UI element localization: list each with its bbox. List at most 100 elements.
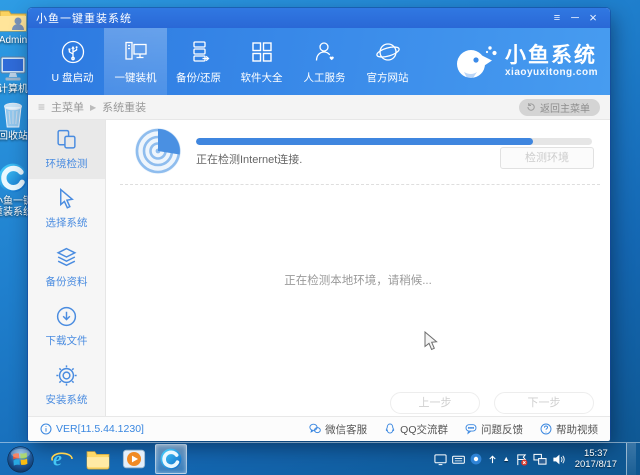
- breadcrumb-arrow-icon: ▶: [90, 102, 97, 112]
- show-desktop-button[interactable]: [626, 443, 636, 475]
- window-body: 环境检测 选择系统 备份资料 下载文件 安装系统 正在检测Internet连接.…: [28, 120, 610, 416]
- tray-language-icon[interactable]: [487, 453, 498, 465]
- link-label: 帮助视频: [556, 423, 598, 436]
- tray-volume-icon[interactable]: [552, 453, 565, 466]
- close-icon[interactable]: ×: [584, 9, 602, 27]
- svg-text:e: e: [53, 449, 62, 471]
- app-window: 小鱼一键重装系统 ≡ ─ × U 盘启动 一键装机 备份/还原 软件大全 人工服…: [28, 8, 610, 441]
- top-navigation: U 盘启动 一键装机 备份/还原 软件大全 人工服务 官方网站 小鱼系统 xia…: [28, 28, 610, 95]
- return-arrow-icon: [527, 103, 535, 111]
- wechat-icon: [309, 423, 321, 434]
- breadcrumb-current: 系统重装: [102, 102, 147, 114]
- link-label: 问题反馈: [481, 423, 523, 436]
- nav-item-label: 人工服务: [303, 71, 346, 84]
- statusbar-links: 微信客服 QQ交流群 问题反馈 帮助视频: [309, 422, 598, 437]
- nav-item-label: U 盘启动: [51, 71, 94, 84]
- link-label: QQ交流群: [400, 423, 448, 436]
- nav-item-official-website[interactable]: 官方网站: [356, 28, 419, 95]
- start-button[interactable]: [7, 445, 34, 473]
- version-info: VER[11.5.44.1230]: [40, 423, 144, 435]
- taskbar-edge-active-icon[interactable]: [155, 444, 187, 474]
- clock-time: 15:37: [583, 448, 608, 459]
- dashed-divider: [120, 184, 600, 185]
- layers-icon: [56, 247, 77, 267]
- brand-logo: 小鱼系统 xiaoyuxitong.com: [452, 28, 598, 95]
- cursor-arrow-icon: [60, 188, 74, 209]
- version-text: VER[11.5.44.1230]: [56, 423, 144, 435]
- minimize-icon[interactable]: ─: [566, 9, 584, 27]
- nav-item-usb-boot[interactable]: U 盘启动: [41, 28, 104, 95]
- detect-progress-bar: [196, 138, 592, 145]
- taskbar-explorer-icon[interactable]: [83, 445, 113, 473]
- mouse-cursor: [424, 331, 438, 351]
- detect-status-text: 正在检测Internet连接.: [196, 154, 303, 166]
- previous-step-button[interactable]: 上一步: [390, 392, 480, 414]
- help-video-link[interactable]: 帮助视频: [540, 422, 598, 437]
- list-icon: ≡: [38, 100, 46, 114]
- window-title: 小鱼一键重装系统: [36, 13, 132, 25]
- qq-group-link[interactable]: QQ交流群: [384, 422, 448, 437]
- nav-item-label: 官方网站: [366, 71, 409, 84]
- next-step-button[interactable]: 下一步: [494, 392, 594, 414]
- server-backup-icon: [192, 40, 209, 62]
- tray-network-icon[interactable]: [533, 453, 547, 466]
- sidebar-item-label: 选择系统: [45, 217, 88, 229]
- sidebar-item-env-detect[interactable]: 环境检测: [28, 120, 105, 179]
- center-status-message: 正在检测本地环境，请稍候...: [284, 275, 432, 287]
- download-icon: [56, 306, 77, 327]
- nav-item-human-service[interactable]: 人工服务: [293, 28, 356, 95]
- back-button-label: 返回主菜单: [540, 103, 590, 115]
- sidebar-item-label: 备份资料: [45, 276, 88, 288]
- sidebar-item-backup-data[interactable]: 备份资料: [28, 238, 105, 297]
- tray-hidden-icons-caret[interactable]: ▲: [503, 456, 510, 463]
- feedback-link[interactable]: 问题反馈: [465, 422, 523, 437]
- nav-item-label: 备份/还原: [176, 71, 221, 84]
- system-tray: ▲ 15:37 2017/8/17: [434, 443, 640, 475]
- feedback-bubble-icon: [465, 424, 477, 435]
- sidebar-item-install-system[interactable]: 安装系统: [28, 356, 105, 415]
- apps-grid-icon: [251, 41, 272, 62]
- tray-action-center-flag-icon[interactable]: [515, 453, 528, 466]
- taskbar-ie-icon[interactable]: e: [47, 445, 77, 473]
- wechat-service-link[interactable]: 微信客服: [309, 422, 367, 437]
- nav-item-one-click-install[interactable]: 一键装机: [104, 28, 167, 95]
- tray-input-method-icon[interactable]: [470, 453, 482, 465]
- taskbar-media-player-icon[interactable]: [119, 445, 149, 473]
- menu-icon[interactable]: ≡: [548, 9, 566, 27]
- sidebar: 环境检测 选择系统 备份资料 下载文件 安装系统: [28, 120, 106, 416]
- sidebar-item-label: 下载文件: [45, 335, 88, 347]
- tray-display-icon[interactable]: [434, 453, 447, 466]
- qq-icon: [385, 423, 395, 434]
- back-to-main-menu-button[interactable]: 返回主菜单: [519, 98, 600, 116]
- brand-name: 小鱼系统: [504, 44, 597, 67]
- sidebar-item-label: 安装系统: [45, 394, 88, 406]
- wizard-buttons: 上一步 下一步: [390, 392, 594, 414]
- progress-fill: [196, 138, 533, 145]
- main-content: 正在检测Internet连接. 检测环境 正在检测本地环境，请稍候... 上一步…: [106, 120, 610, 416]
- window-statusbar: VER[11.5.44.1230] 微信客服 QQ交流群 问题反馈 帮助视频: [28, 416, 610, 441]
- tray-keyboard-icon[interactable]: [451, 453, 465, 466]
- usb-icon: [61, 40, 84, 63]
- detecting-spinner-icon: [135, 128, 181, 174]
- taskbar-clock[interactable]: 15:37 2017/8/17: [575, 448, 617, 470]
- nav-item-backup-restore[interactable]: 备份/还原: [167, 28, 230, 95]
- sidebar-item-select-system[interactable]: 选择系统: [28, 179, 105, 238]
- link-label: 微信客服: [325, 423, 368, 436]
- taskbar: e ▲ 15:37 2017/8/17: [0, 442, 640, 475]
- brand-domain: xiaoyuxitong.com: [504, 67, 598, 78]
- sidebar-item-label: 环境检测: [45, 158, 88, 170]
- window-titlebar[interactable]: 小鱼一键重装系统 ≡ ─ ×: [28, 8, 610, 28]
- breadcrumb-root[interactable]: 主菜单: [51, 99, 84, 115]
- sidebar-item-download-files[interactable]: 下载文件: [28, 297, 105, 356]
- gear-icon: [56, 365, 77, 386]
- clock-date: 2017/8/17: [574, 459, 617, 470]
- computer-install-icon: [124, 41, 147, 60]
- nav-item-label: 软件大全: [240, 71, 283, 84]
- detect-environment-button[interactable]: 检测环境: [500, 147, 594, 169]
- breadcrumb: ≡ 主菜单 ▶ 系统重装 返回主菜单: [28, 95, 610, 120]
- desktop: Admin 计算机 回收站 小鱼一键重装系统 小鱼一键重装系统 ≡ ─ ×: [0, 0, 640, 475]
- help-question-icon: [540, 423, 552, 435]
- fish-logo-icon: [456, 45, 497, 79]
- nav-item-software-collection[interactable]: 软件大全: [230, 28, 293, 95]
- devices-icon: [57, 129, 76, 149]
